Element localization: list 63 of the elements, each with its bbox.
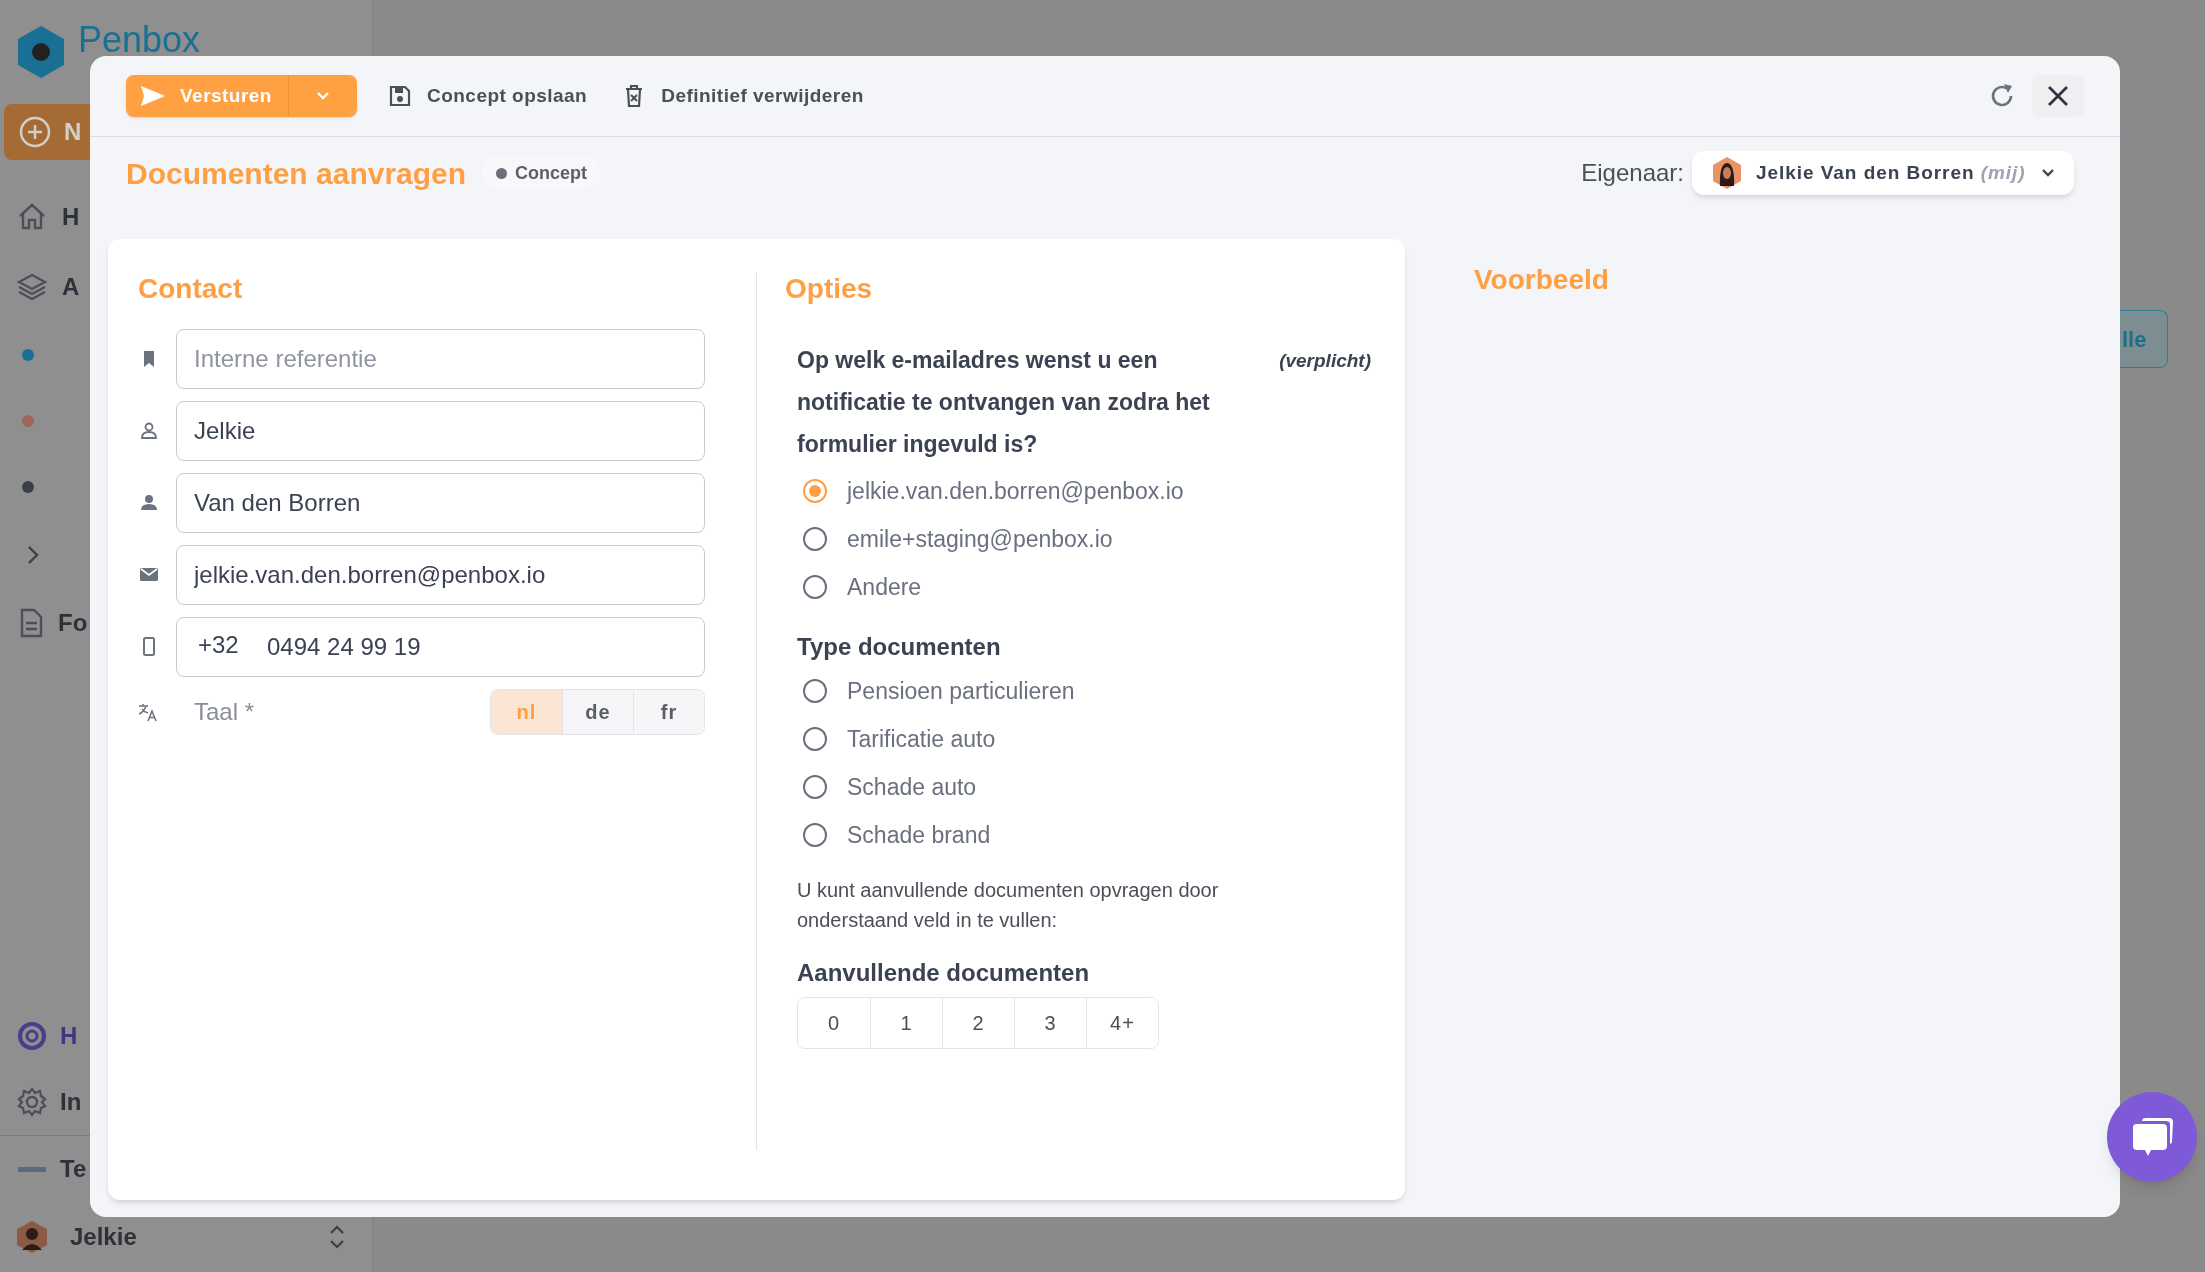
subheading: Type documenten xyxy=(796,632,1002,662)
section-heading: Voorbeeld xyxy=(1474,263,1609,297)
subheading: Aanvullende documenten xyxy=(796,958,1091,988)
logo-icon xyxy=(16,25,66,79)
chevron-down-icon xyxy=(2040,167,2056,179)
send-icon xyxy=(140,85,166,107)
radio-button[interactable] xyxy=(803,479,827,503)
text-field[interactable]: Jelkie xyxy=(176,401,705,461)
phone-icon xyxy=(140,637,158,657)
user-name: Jelkie xyxy=(70,1222,138,1252)
layers-icon xyxy=(16,271,48,303)
owner-label: Eigenaar: xyxy=(1581,158,1684,188)
hint-text: U kunt aanvullende documenten opvragen door onderstaand veld in te vullen: xyxy=(796,878,1220,933)
radio-option[interactable]: jelkie.van.den.borren@penbox.io xyxy=(797,467,1371,515)
person-outline-icon xyxy=(140,421,158,441)
page-title: Documenten aanvragen xyxy=(126,155,467,192)
section-heading: Contact xyxy=(138,272,244,306)
company-logo-icon xyxy=(16,1166,48,1172)
dot-icon xyxy=(496,167,508,179)
plus-icon xyxy=(18,115,52,149)
required-note: (verplicht) xyxy=(1279,349,1371,373)
logo-text: Penbox xyxy=(78,22,201,58)
radio-button[interactable] xyxy=(803,527,827,551)
phone-prefix: +32 xyxy=(198,630,239,660)
field-label: Taal * xyxy=(193,697,256,727)
chevron-down-icon xyxy=(314,90,331,102)
lifebuoy-icon xyxy=(16,1020,48,1052)
question-text: Op welk e-mailadres wenst u een notificatie te ontvangen van zodra het formulier ingevuld is? xyxy=(797,346,1211,459)
owner-dropdown[interactable]: Jelkie Van den Borren (mij) xyxy=(1692,151,2074,195)
nav-item[interactable]: H xyxy=(0,1003,79,1069)
language-option[interactable]: de xyxy=(562,690,633,734)
radio-option[interactable]: Andere xyxy=(797,563,1371,611)
radio-option[interactable]: emile+staging@penbox.io xyxy=(797,515,1371,563)
radio-option[interactable]: Pensioen particulieren xyxy=(797,667,1371,715)
text-field[interactable]: jelkie.van.den.borren@penbox.io xyxy=(176,545,705,605)
avatar-icon xyxy=(16,1220,48,1254)
radio-button[interactable] xyxy=(803,823,827,847)
radio-option[interactable]: Schade brand xyxy=(797,811,1371,859)
radio-button[interactable] xyxy=(803,727,827,751)
save-button[interactable]: Concept opslaan xyxy=(385,75,592,117)
section-heading: Opties xyxy=(785,272,874,306)
nav-item[interactable]: A xyxy=(0,252,82,322)
nav-item[interactable]: Fo xyxy=(0,590,89,656)
nav-item[interactable]: Te xyxy=(0,1136,88,1202)
text-field[interactable]: Interne referentie xyxy=(176,329,705,389)
nav-item[interactable]: In xyxy=(0,1069,83,1135)
translate-icon xyxy=(138,702,158,722)
language-option[interactable]: fr xyxy=(633,690,704,734)
text-field[interactable]: Van den Borren xyxy=(176,473,705,533)
radio-button[interactable] xyxy=(803,679,827,703)
person-icon xyxy=(140,493,158,513)
radio-option[interactable]: Schade auto xyxy=(797,763,1371,811)
status-badge: Concept xyxy=(482,156,602,190)
radio-button[interactable] xyxy=(803,575,827,599)
radio-option[interactable]: Tarificatie auto xyxy=(797,715,1371,763)
count-option[interactable]: 4+ xyxy=(1086,998,1158,1048)
close-button[interactable] xyxy=(2032,75,2084,117)
avatar-icon xyxy=(1712,156,1742,190)
gear-icon xyxy=(16,1086,48,1118)
delete-button[interactable]: Definitief verwijderen xyxy=(619,75,868,117)
radio-button[interactable] xyxy=(803,775,827,799)
nav-item[interactable]: H xyxy=(0,182,82,252)
close-icon xyxy=(2046,84,2070,108)
